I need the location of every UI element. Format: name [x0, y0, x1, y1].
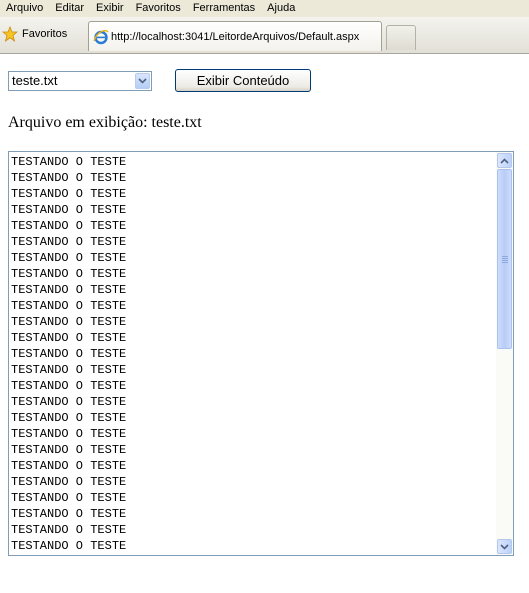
scroll-thumb[interactable] — [497, 169, 512, 349]
new-tab-button[interactable] — [386, 25, 416, 50]
content-line: TESTANDO O TESTE — [11, 523, 127, 537]
content-line: TESTANDO O TESTE — [11, 315, 127, 329]
content-line: TESTANDO O TESTE — [11, 395, 127, 409]
content-line: TESTANDO O TESTE — [11, 491, 127, 505]
menu-arquivo[interactable]: Arquivo — [0, 0, 49, 17]
favorites-button[interactable]: Favoritos — [2, 25, 67, 43]
content-line: TESTANDO O TESTE — [11, 379, 127, 393]
content-textarea[interactable]: TESTANDO O TESTE TESTANDO O TESTE TESTANDO… — [8, 151, 514, 556]
ie-icon — [93, 29, 109, 44]
content-lines: TESTANDO O TESTE TESTANDO O TESTE TESTANDO… — [11, 154, 495, 554]
content-line: TESTANDO O TESTE — [11, 475, 127, 489]
favorites-label: Favoritos — [22, 28, 68, 40]
content-line: TESTANDO O TESTE — [11, 171, 127, 185]
menu-ferramentas[interactable]: Ferramentas — [187, 0, 261, 17]
content-line: TESTANDO O TESTE — [11, 443, 127, 457]
scroll-down-button[interactable] — [497, 539, 512, 554]
current-file-info: Arquivo em exibição: teste.txt — [8, 114, 202, 132]
content-line: TESTANDO O TESTE — [11, 427, 127, 441]
content-line: TESTANDO O TESTE — [11, 283, 127, 297]
content-line: TESTANDO O TESTE — [11, 347, 127, 361]
menu-bar: Arquivo Editar Exibir Favoritos Ferramen… — [0, 0, 529, 18]
content-line: TESTANDO O TESTE — [11, 235, 127, 249]
chevron-down-icon[interactable] — [135, 73, 150, 89]
content-line: TESTANDO O TESTE — [11, 219, 127, 233]
file-select[interactable]: teste.txt — [8, 71, 152, 91]
content-line: TESTANDO O TESTE — [11, 331, 127, 345]
menu-favoritos[interactable]: Favoritos — [130, 0, 187, 17]
tab-title: http://localhost:3041/LeitordeArquivos/D… — [111, 30, 360, 43]
show-content-button[interactable]: Exibir Conteúdo — [175, 69, 311, 92]
browser-tab[interactable]: http://localhost:3041/LeitordeArquivos/D… — [88, 21, 382, 51]
content-line: TESTANDO O TESTE — [11, 411, 127, 425]
content-line: TESTANDO O TESTE — [11, 203, 127, 217]
scroll-up-button[interactable] — [497, 153, 512, 168]
content-line: TESTANDO O TESTE — [11, 459, 127, 473]
content-line: TESTANDO O TESTE — [11, 507, 127, 521]
content-line: TESTANDO O TESTE — [11, 363, 127, 377]
content-line: TESTANDO O TESTE — [11, 155, 127, 169]
content-line: TESTANDO O TESTE — [11, 539, 127, 553]
content-line: TESTANDO O TESTE — [11, 299, 127, 313]
menu-ajuda[interactable]: Ajuda — [261, 0, 301, 17]
current-file-name: teste.txt — [151, 114, 202, 131]
star-icon — [2, 26, 18, 42]
content-line: TESTANDO O TESTE — [11, 187, 127, 201]
content-line: TESTANDO O TESTE — [11, 267, 127, 281]
menu-exibir[interactable]: Exibir — [90, 0, 130, 17]
menu-editar[interactable]: Editar — [49, 0, 90, 17]
vertical-scrollbar[interactable] — [496, 152, 513, 555]
tab-bar: Favoritos http://localhost:3041/Leitorde… — [0, 17, 529, 54]
current-file-label: Arquivo em exibição: — [8, 114, 148, 131]
file-select-value: teste.txt — [12, 73, 58, 88]
content-line: TESTANDO O TESTE — [11, 251, 127, 265]
